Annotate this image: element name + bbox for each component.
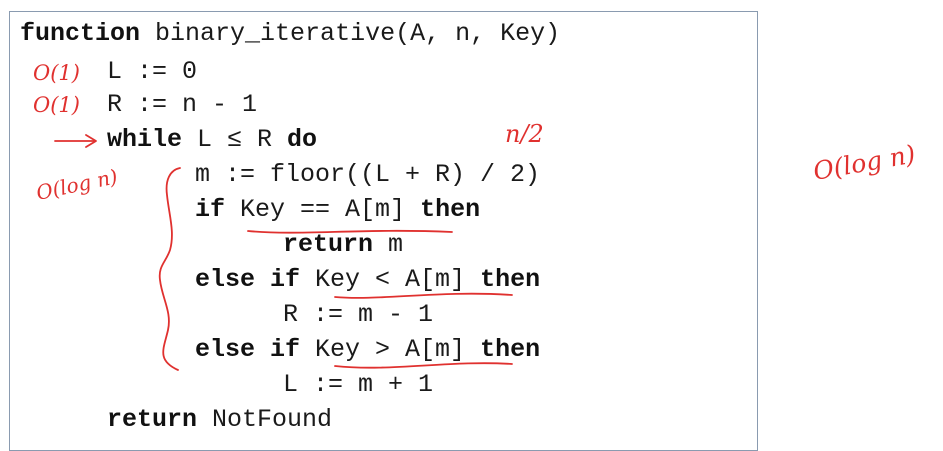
code-line-init-l: L := 0 (107, 57, 198, 86)
code-line-if-equal: if Key == A[m] then (195, 195, 481, 224)
code-line-update-l: L := m + 1 (283, 370, 434, 399)
code-line-return-m: return m (283, 230, 404, 259)
code-line-else-if-less: else if Key < A[m] then (195, 265, 541, 294)
code-line-signature: function binary_iterative(A, n, Key) (20, 19, 561, 48)
code-line-update-r: R := m - 1 (283, 300, 434, 329)
code-line-init-r: R := n - 1 (107, 90, 258, 119)
code-line-while: while L ≤ R do (107, 125, 318, 154)
code-line-mid: m := floor((L + R) / 2) (195, 160, 541, 189)
code-line-else-if-greater: else if Key > A[m] then (195, 335, 541, 364)
annotation-o-log-n-total: O(log n) (811, 139, 918, 185)
